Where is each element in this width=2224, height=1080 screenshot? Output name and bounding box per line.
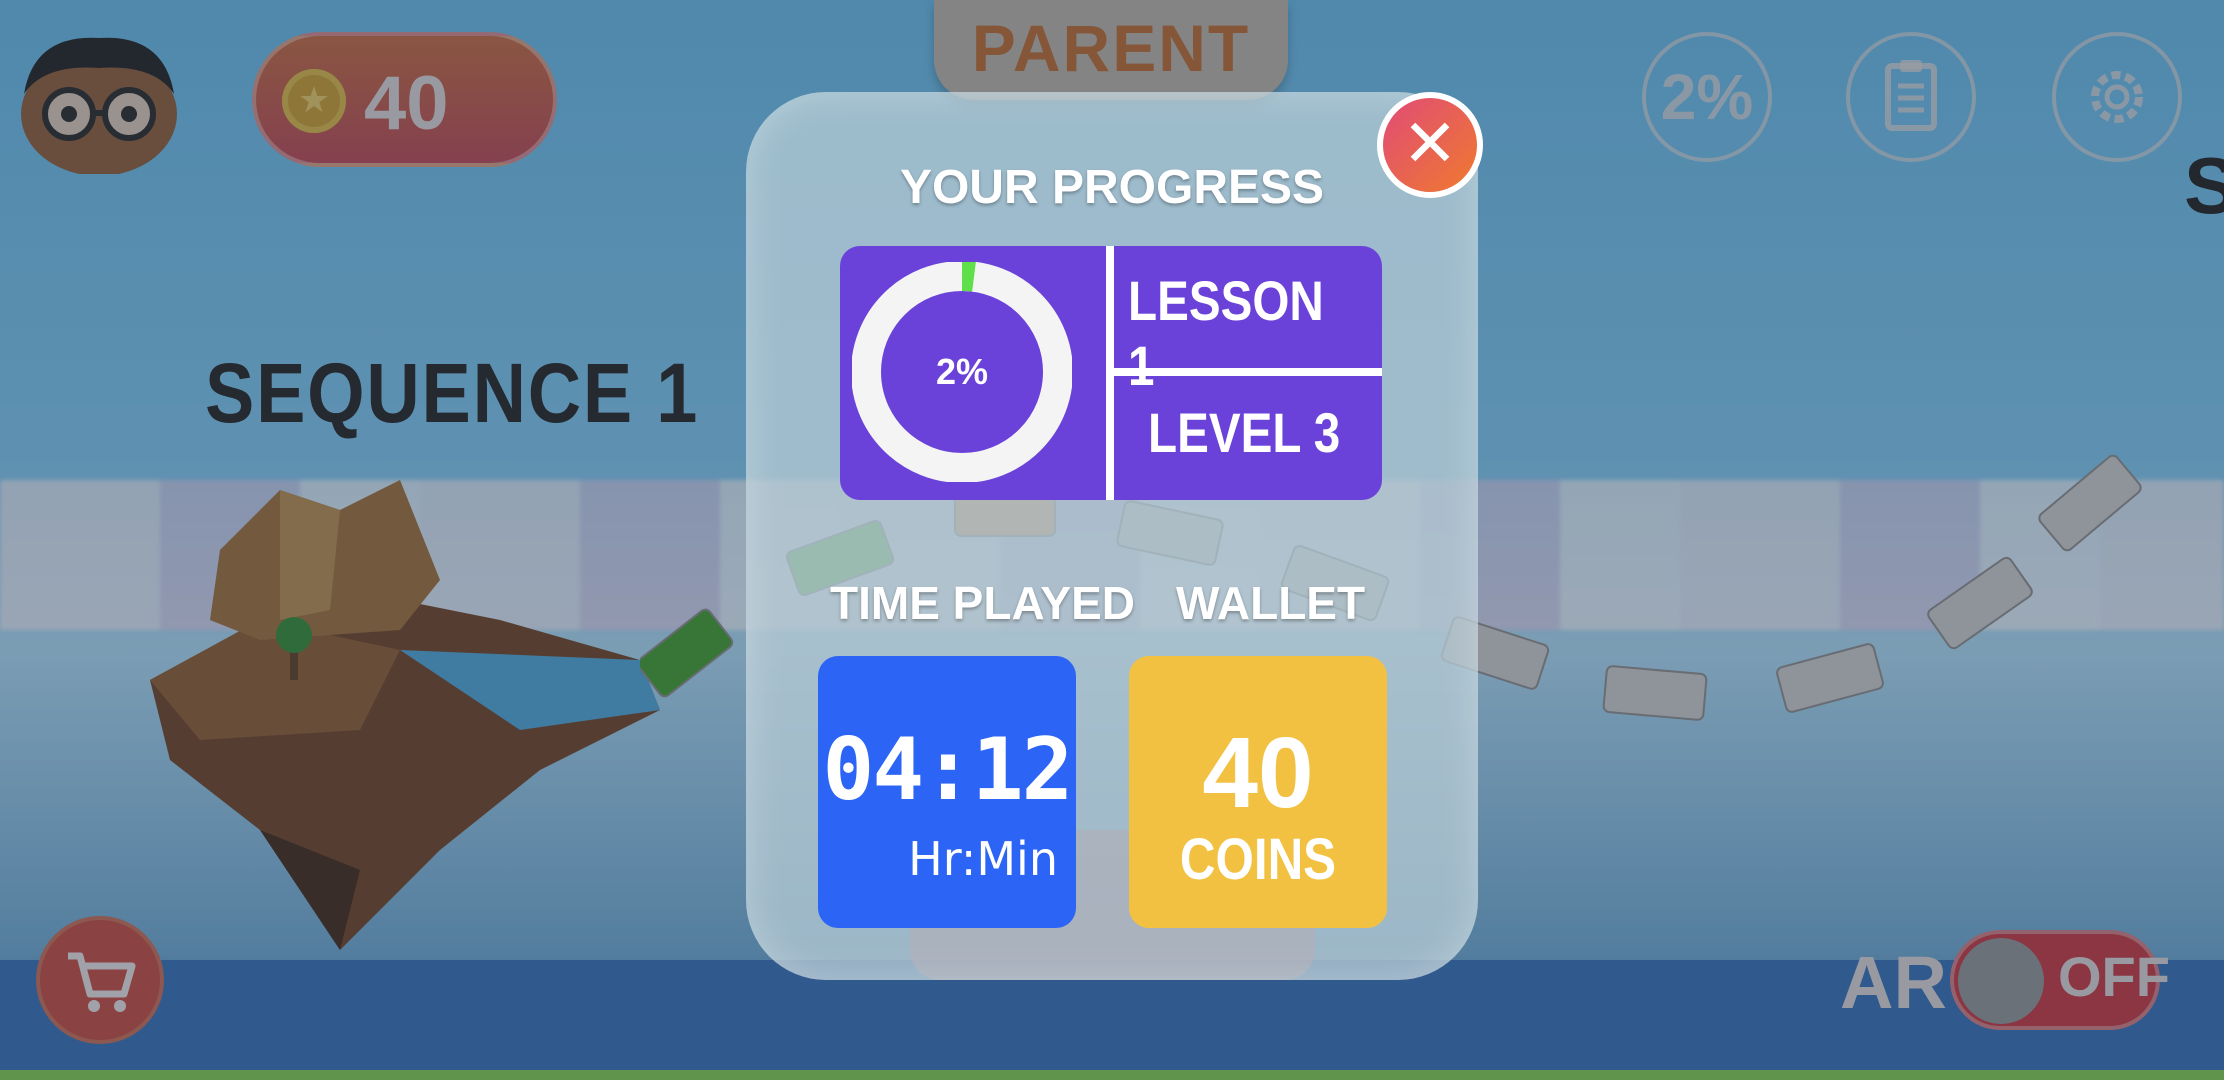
- level-label: LEVEL 3: [1148, 401, 1341, 464]
- progress-percent: 2%: [935, 351, 989, 392]
- wallet-card: 40 COINS: [1129, 656, 1387, 928]
- time-played-unit: Hr:Min: [908, 832, 1058, 886]
- time-played-label: TIME PLAYED: [830, 577, 1136, 629]
- modal-title: YOUR PROGRESS: [899, 161, 1325, 214]
- card-divider-vertical: [1106, 246, 1114, 500]
- lesson-label: LESSON 1: [1128, 269, 1324, 397]
- wallet-label: WALLET: [1176, 577, 1366, 629]
- wallet-value: 40: [1202, 717, 1314, 829]
- time-played-value: 04:12: [822, 720, 1074, 820]
- wallet-unit: COINS: [1179, 827, 1337, 892]
- time-played-card: 04:12 Hr:Min: [818, 656, 1076, 928]
- progress-card: 2% LESSON 1 LEVEL 3: [840, 246, 1382, 500]
